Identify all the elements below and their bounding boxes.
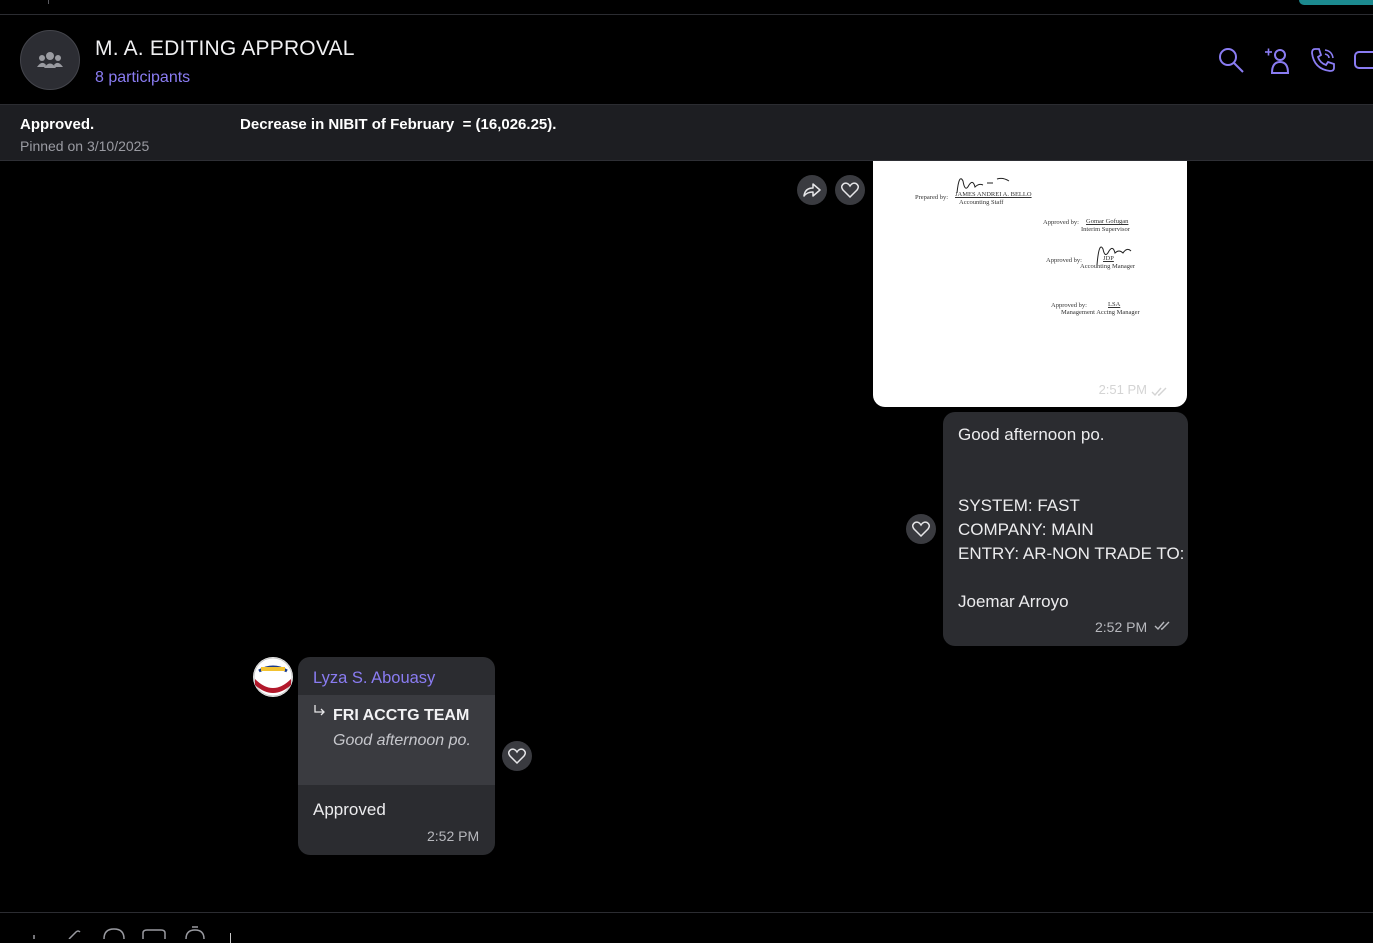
add-person-icon [1265,48,1290,74]
quoted-sender: FRI ACCTG TEAM [333,707,470,724]
heart-icon [912,521,930,537]
call-button[interactable] [1307,44,1339,76]
heart-icon [841,182,859,198]
header-actions [1215,42,1373,78]
add-icon[interactable] [26,927,42,939]
search-button[interactable] [1215,44,1247,76]
react-button[interactable] [835,175,865,205]
divider [48,0,49,4]
doc-approved-label: Approved by: [1046,257,1082,264]
accent-tab[interactable] [1299,0,1373,5]
message-line: ENTRY: AR-NON TRADE TO: [958,544,1185,563]
chat-header: M. A. EDITING APPROVAL 8 participants [0,15,1373,105]
react-button[interactable] [502,741,532,771]
reply-arrow-icon [314,705,325,716]
message-line: SYSTEM: FAST [958,496,1080,515]
doc-approved-role: Interim Supervisor [1081,226,1130,233]
double-check-icon [1151,387,1167,397]
doc-approved-label: Approved by: [1043,219,1079,226]
chat-title[interactable]: M. A. EDITING APPROVAL [95,37,355,61]
doc-approved-role: Management Acctng Manager [1061,309,1140,316]
doc-approved-role: Accounting Manager [1080,263,1136,270]
message-composer [0,912,1373,943]
message-line: Joemar Arroyo [958,592,1069,611]
attach-icon[interactable] [66,927,82,939]
doc-approved-name: Gomar Gofugan [1086,218,1129,225]
group-avatar[interactable] [20,30,80,90]
forward-icon [803,183,821,197]
doc-prepared-name: JAMES ANDREI A. BELLO [955,191,1032,198]
sender-name[interactable]: Lyza S. Abouasy [313,669,435,688]
video-icon [1354,51,1373,69]
quoted-message[interactable]: FRI ACCTG TEAM Good afternoon po. [298,695,495,785]
doc-approved-name: JDP [1103,255,1114,262]
doc-approved-label: Approved by: [1051,302,1087,309]
double-check-icon [1154,621,1170,631]
heart-icon [508,748,526,764]
react-button[interactable] [906,514,936,544]
window-top-strip [0,0,1373,15]
text-input-caret[interactable] [230,933,231,943]
message-time: 2:52 PM [1095,619,1148,635]
participants-link[interactable]: 8 participants [95,69,190,87]
emoji-icon[interactable] [102,927,126,939]
message-time: 2:52 PM [427,828,480,844]
pinned-message-bar[interactable]: Approved. Decrease in NIBIT of February … [0,105,1373,161]
search-icon [1219,48,1244,73]
pinned-message-text: Approved. Decrease in NIBIT of February … [20,116,557,133]
image-attachment[interactable]: Prepared by: JAMES ANDREI A. BELLO Accou… [873,161,1187,407]
message-time: 2:51 PM [1098,382,1147,397]
gif-icon[interactable] [141,927,167,939]
group-icon [37,52,63,68]
forward-button[interactable] [797,175,827,205]
outgoing-message-bubble[interactable]: Good afternoon po. SYSTEM: FAST COMPANY:… [943,412,1188,646]
company-logo-icon [253,657,293,697]
message-text: Approved [313,800,386,819]
incoming-message-bubble[interactable]: Lyza S. Abouasy FRI ACCTG TEAM Good afte… [298,657,495,855]
message-line: Good afternoon po. [958,425,1105,444]
doc-prepared-label: Prepared by: [915,194,949,201]
video-call-button[interactable] [1353,44,1373,76]
phone-icon [1311,48,1335,72]
doc-prepared-role: Accounting Staff [959,199,1004,206]
quoted-text: Good afternoon po. [333,732,471,749]
sender-avatar[interactable] [253,657,293,697]
add-participant-button[interactable] [1261,44,1293,76]
message-line: COMPANY: MAIN [958,520,1094,539]
pinned-date: Pinned on 3/10/2025 [20,138,150,154]
timer-icon[interactable] [183,925,207,939]
doc-approved-name: LSA [1108,301,1121,308]
